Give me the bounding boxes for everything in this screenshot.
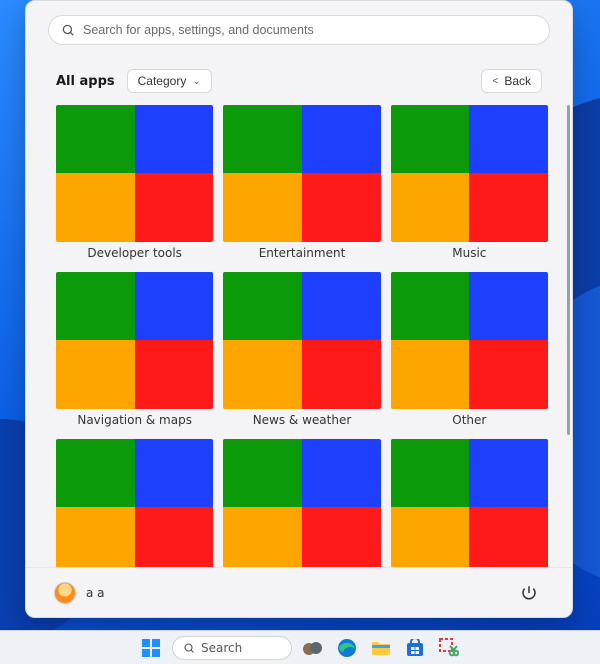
search-container xyxy=(26,1,572,51)
category-news-weather[interactable]: News & weather xyxy=(223,272,380,429)
chevron-left-icon: < xyxy=(492,76,498,87)
edge-icon xyxy=(337,638,357,658)
category-label: Developer tools xyxy=(87,246,182,262)
search-icon xyxy=(61,23,75,37)
widgets-icon xyxy=(302,639,324,657)
taskbar-file-explorer[interactable] xyxy=(368,635,394,661)
category-music[interactable]: Music xyxy=(391,105,548,262)
category-other[interactable]: Other xyxy=(391,272,548,429)
category-label: Entertainment xyxy=(259,246,346,262)
taskbar-store[interactable] xyxy=(402,635,428,661)
taskbar-snipping-tool[interactable] xyxy=(436,635,462,661)
category-label: News & weather xyxy=(253,413,352,429)
category-navigation-maps[interactable]: Navigation & maps xyxy=(56,272,213,429)
chevron-down-icon: ⌄ xyxy=(192,76,200,87)
categories-scroll-area[interactable]: Developer tools Entertainment Music Navi… xyxy=(26,101,572,567)
taskbar-edge[interactable] xyxy=(334,635,360,661)
power-icon xyxy=(520,584,538,602)
start-button[interactable] xyxy=(138,635,164,661)
all-apps-title: All apps xyxy=(56,74,115,89)
sort-category-dropdown[interactable]: Category ⌄ xyxy=(127,69,212,93)
category-tile xyxy=(391,439,548,567)
category-tile xyxy=(391,105,548,242)
snip-icon xyxy=(439,638,459,658)
category-tile xyxy=(56,272,213,409)
avatar xyxy=(54,582,76,604)
category-label: Other xyxy=(452,413,486,429)
taskbar-search-label: Search xyxy=(201,641,242,655)
start-icon xyxy=(141,638,161,658)
back-label: Back xyxy=(504,74,531,88)
category-item[interactable] xyxy=(223,439,380,567)
categories-grid: Developer tools Entertainment Music Navi… xyxy=(56,105,548,567)
category-item[interactable] xyxy=(56,439,213,567)
power-button[interactable] xyxy=(520,584,538,602)
explorer-icon xyxy=(371,639,391,657)
sort-label: Category xyxy=(138,74,187,88)
taskbar-search[interactable]: Search xyxy=(172,636,292,660)
category-label: Music xyxy=(452,246,486,262)
category-tile xyxy=(56,439,213,567)
search-icon xyxy=(183,642,195,654)
username-label: a a xyxy=(86,586,105,600)
taskbar: Search xyxy=(0,630,600,664)
store-icon xyxy=(406,639,424,657)
category-tile xyxy=(56,105,213,242)
category-item[interactable] xyxy=(391,439,548,567)
taskbar-widgets[interactable] xyxy=(300,635,326,661)
scrollbar-thumb[interactable] xyxy=(567,105,570,435)
category-label: Navigation & maps xyxy=(77,413,192,429)
user-account-button[interactable]: a a xyxy=(54,582,105,604)
apps-header: All apps Category ⌄ < Back xyxy=(26,51,572,101)
category-tile xyxy=(223,439,380,567)
category-tile xyxy=(223,105,380,242)
category-developer-tools[interactable]: Developer tools xyxy=(56,105,213,262)
category-tile xyxy=(223,272,380,409)
category-entertainment[interactable]: Entertainment xyxy=(223,105,380,262)
search-box[interactable] xyxy=(48,15,550,45)
start-footer: a a xyxy=(26,567,572,617)
back-button[interactable]: < Back xyxy=(481,69,542,93)
start-menu-panel: All apps Category ⌄ < Back Developer too… xyxy=(25,0,573,618)
search-input[interactable] xyxy=(83,23,537,37)
category-tile xyxy=(391,272,548,409)
